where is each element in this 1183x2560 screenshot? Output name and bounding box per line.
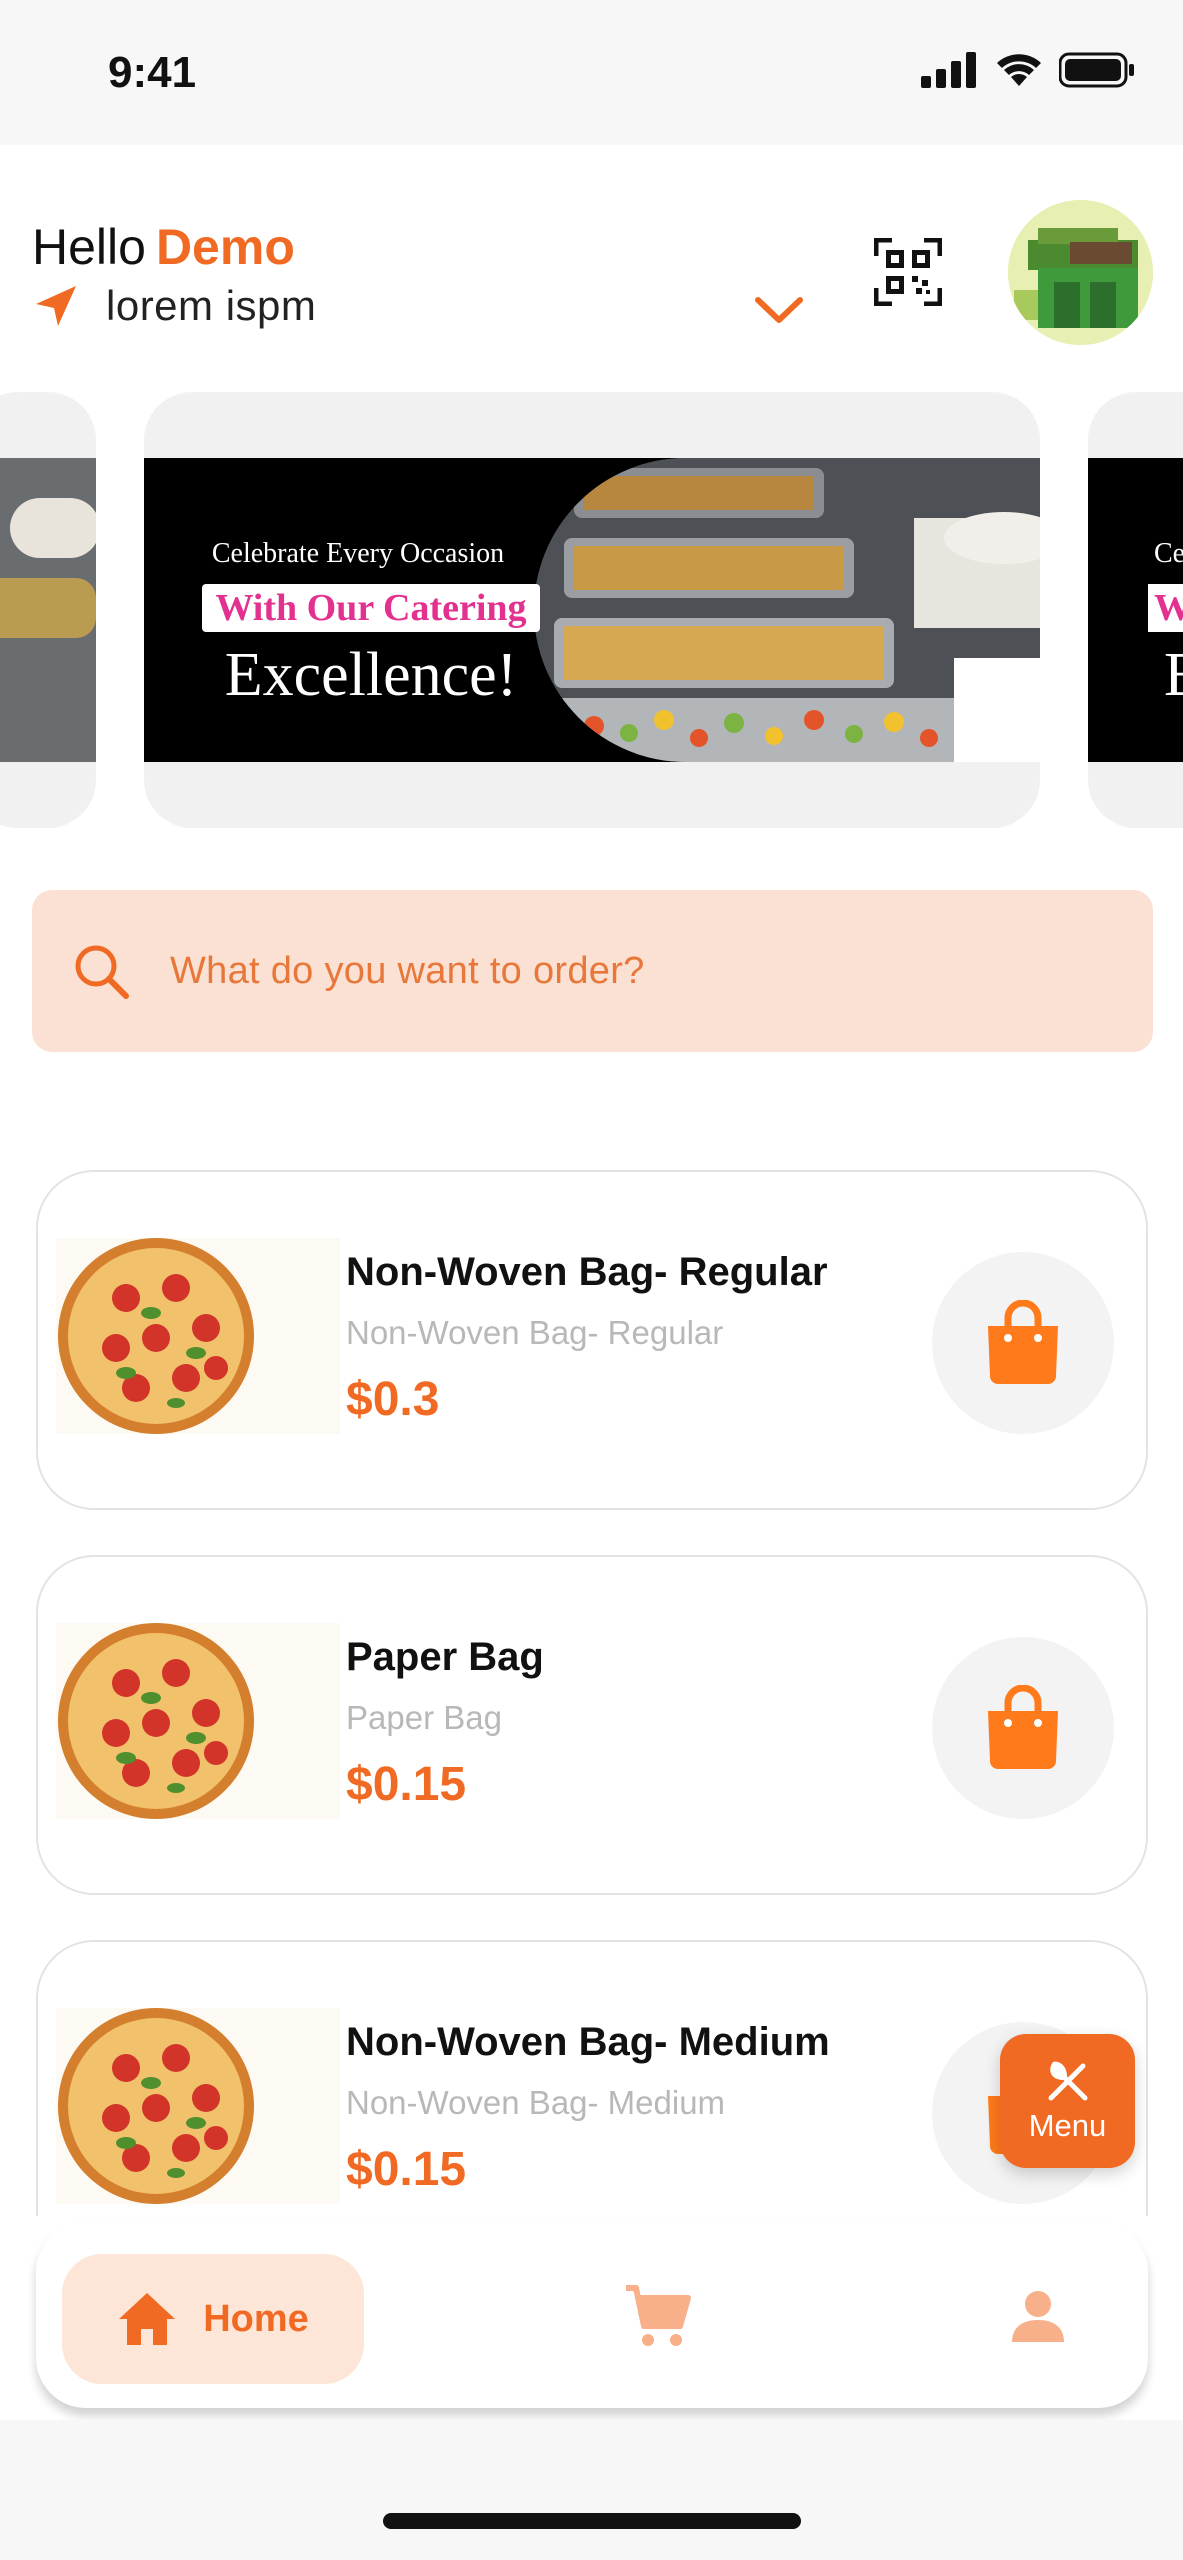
shopping-bag-icon — [988, 1685, 1058, 1769]
home-screen: 9:41 Hello Demo lorem ispm Celebrate Eve… — [0, 0, 1183, 2560]
wifi-icon — [997, 54, 1041, 86]
shopping-bag-icon — [988, 1300, 1058, 1384]
banner-peek-right[interactable]: Ce W E — [1088, 392, 1183, 828]
banner-line-1: Celebrate Every Occasion — [211, 538, 505, 569]
status-time: 9:41 — [108, 48, 197, 97]
profile-icon[interactable] — [1010, 2288, 1066, 2344]
product-subtitle: Non-Woven Bag- Medium — [346, 2084, 726, 2121]
product-card[interactable]: Paper Bag Paper Bag $0.15 — [36, 1555, 1148, 1895]
add-to-bag-button[interactable] — [932, 1637, 1114, 1819]
catering-photo — [534, 458, 1040, 762]
add-to-bag-button[interactable] — [932, 1252, 1114, 1434]
user-name: Demo — [155, 219, 295, 275]
search-bar[interactable]: What do you want to order? — [32, 890, 1153, 1052]
home-indicator — [383, 2513, 801, 2529]
greeting-text: Hello — [32, 219, 146, 275]
location-selector[interactable]: lorem ispm — [32, 282, 316, 330]
product-price: $0.3 — [346, 1373, 440, 1426]
product-image — [56, 1623, 340, 1819]
battery-icon — [1059, 52, 1134, 88]
navigation-arrow-icon — [36, 286, 76, 326]
promo-banner[interactable]: Celebrate Every Occasion With Our Cateri… — [144, 392, 1040, 828]
menu-label: Menu — [1028, 2108, 1107, 2143]
search-icon — [75, 945, 129, 999]
bottom-navigation: Home — [36, 2222, 1148, 2408]
search-placeholder: What do you want to order? — [170, 949, 645, 992]
greeting: Hello Demo — [32, 218, 295, 276]
banner-line-2: With Our Catering — [202, 584, 540, 632]
chevron-down-icon[interactable] — [752, 290, 806, 330]
product-card[interactable]: Non-Woven Bag- Regular Non-Woven Bag- Re… — [36, 1170, 1148, 1510]
qr-scan-icon[interactable] — [874, 238, 942, 306]
product-title: Non-Woven Bag- Regular — [346, 1250, 828, 1294]
fork-knife-icon — [1048, 2061, 1087, 2101]
location-text: lorem ispm — [106, 282, 317, 329]
product-price: $0.15 — [346, 2143, 467, 2196]
avatar-image — [1008, 200, 1153, 345]
signal-icon — [921, 52, 976, 88]
promo-banner-image: Celebrate Every Occasion With Our Cateri… — [144, 458, 1040, 762]
nav-home-label: Home — [203, 2297, 309, 2340]
peek-right-line-3: E — [1164, 641, 1183, 709]
status-bar: 9:41 — [0, 0, 1183, 145]
home-icon — [119, 2293, 176, 2345]
banner-line-3: Excellence! — [224, 641, 518, 709]
banner-peek-left-image — [0, 458, 96, 762]
menu-button[interactable]: Menu — [1000, 2034, 1135, 2168]
banner-peek-left[interactable] — [0, 392, 96, 828]
product-image — [56, 2008, 340, 2204]
product-title: Paper Bag — [346, 1635, 544, 1679]
product-subtitle: Non-Woven Bag- Regular — [346, 1314, 724, 1351]
status-icons — [921, 52, 1135, 88]
nav-home[interactable]: Home — [62, 2254, 364, 2384]
home-indicator-area — [0, 2420, 1183, 2560]
product-title: Non-Woven Bag- Medium — [346, 2020, 830, 2064]
product-image — [56, 1238, 340, 1434]
peek-right-line-1: Ce — [1154, 538, 1183, 569]
banner-peek-right-image: Ce W E — [1088, 458, 1183, 762]
peek-right-line-2: W — [1148, 584, 1183, 632]
cart-icon[interactable] — [624, 2282, 692, 2350]
product-subtitle: Paper Bag — [346, 1699, 502, 1736]
avatar[interactable] — [1008, 200, 1153, 345]
product-price: $0.15 — [346, 1758, 467, 1811]
